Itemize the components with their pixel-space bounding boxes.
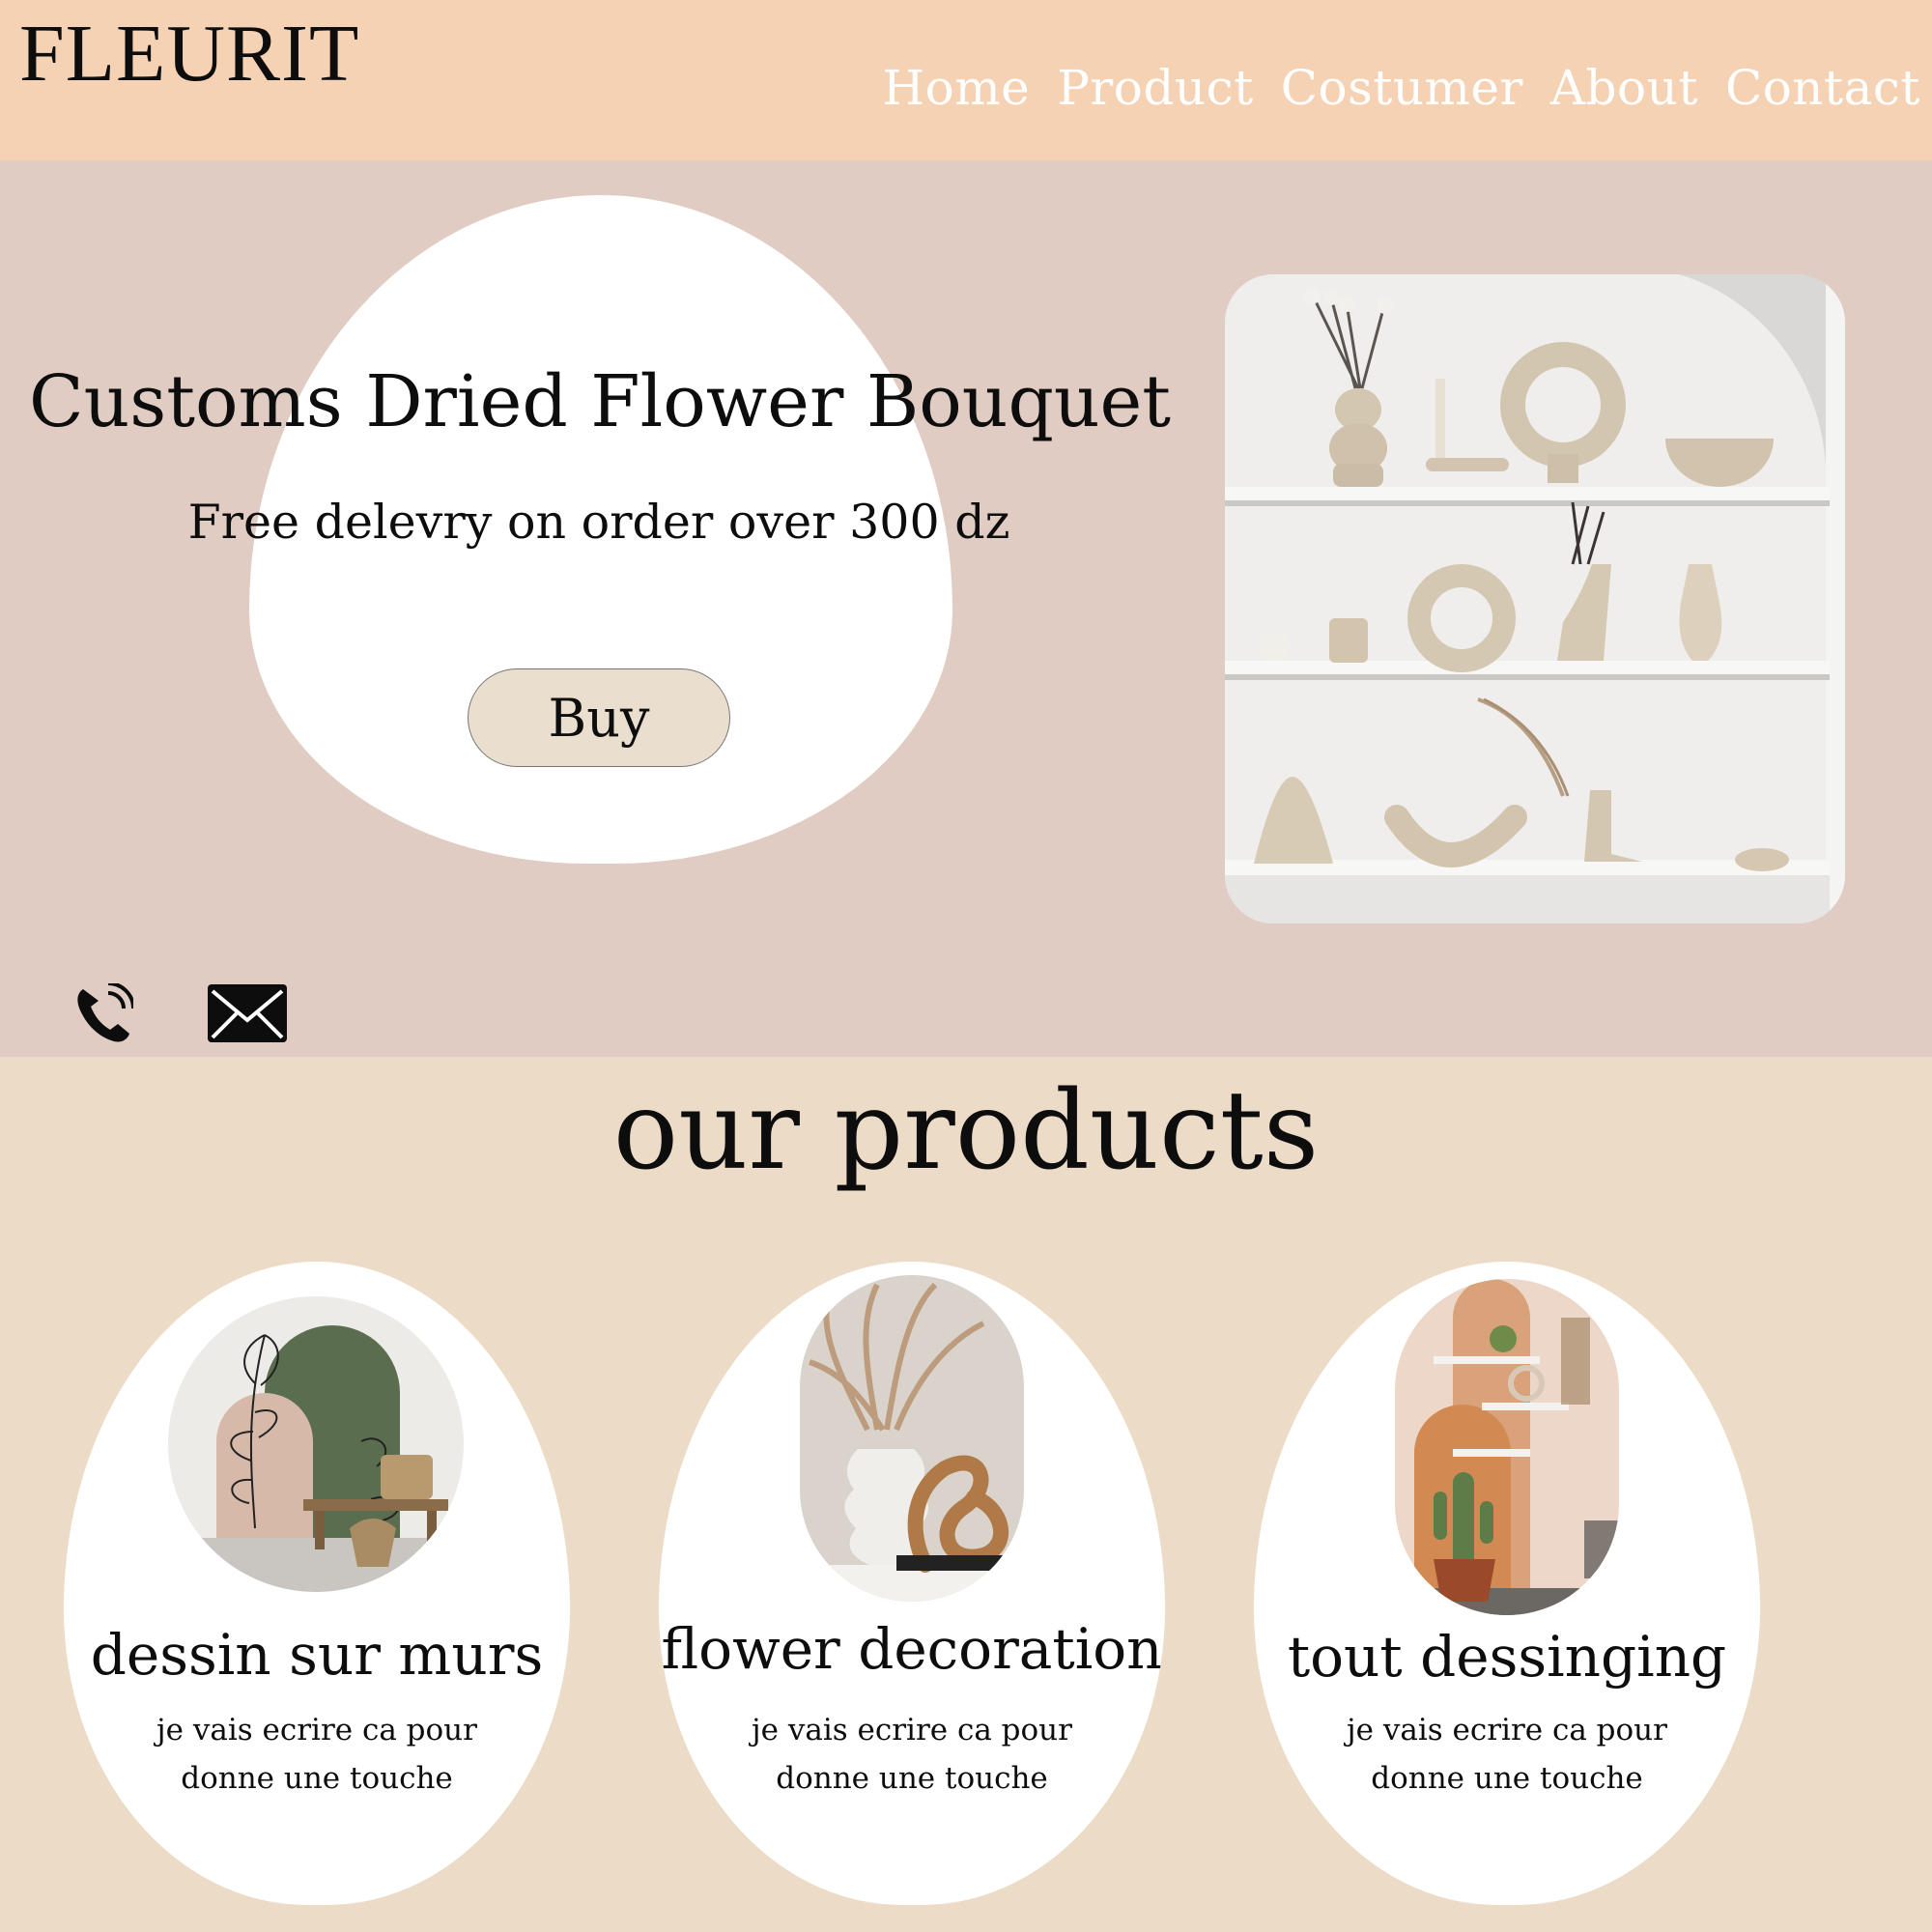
product-card-title: tout dessinging — [1287, 1624, 1727, 1690]
nav-link-contact[interactable]: Contact — [1725, 54, 1920, 122]
product-card-title: dessin sur murs — [90, 1622, 544, 1688]
product-card-description-line: je vais ecrire ca pour — [752, 1713, 1072, 1747]
main-nav: Home Product Costumer About Contact — [883, 54, 1920, 122]
product-card-description-line: donne une touche — [1371, 1761, 1643, 1796]
orange-wall-cactus-photo — [1395, 1279, 1619, 1615]
product-card-description: je vais ecrire ca pour donne une touche — [659, 1706, 1165, 1803]
hero-subtitle: Free delevry on order over 300 dz — [187, 495, 1010, 550]
product-card[interactable]: tout dessinging je vais ecrire ca pour d… — [1254, 1262, 1760, 1905]
wall-painting-arches-photo — [168, 1296, 464, 1592]
pampas-vase-decoration-photo — [800, 1275, 1024, 1602]
buy-button[interactable]: Buy — [468, 668, 730, 767]
product-card-description-line: je vais ecrire ca pour — [1347, 1713, 1667, 1747]
product-card-description-line: donne une touche — [776, 1761, 1048, 1796]
nav-link-product[interactable]: Product — [1057, 54, 1253, 122]
hero-section: Customs Dried Flower Bouquet Free delevr… — [0, 160, 1932, 1057]
product-card-description-line: je vais ecrire ca pour — [156, 1713, 477, 1747]
nav-link-costumer[interactable]: Costumer — [1281, 54, 1523, 122]
hero-title: Customs Dried Flower Bouquet — [29, 360, 1172, 443]
nav-link-about[interactable]: About — [1550, 54, 1698, 122]
product-card-description-line: donne une touche — [181, 1761, 453, 1796]
site-header: FLEURIT Home Product Costumer About Cont… — [0, 0, 1932, 160]
shelf-with-ceramic-vases-photo — [1225, 274, 1845, 923]
product-card-title: flower decoration — [661, 1616, 1163, 1682]
product-card-description: je vais ecrire ca pour donne une touche — [64, 1706, 570, 1803]
product-card-description: je vais ecrire ca pour donne une touche — [1254, 1706, 1760, 1803]
nav-link-home[interactable]: Home — [883, 54, 1031, 122]
product-card[interactable]: flower decoration je vais ecrire ca pour… — [659, 1262, 1165, 1905]
brand-logo[interactable]: FLEURIT — [19, 6, 359, 102]
product-card[interactable]: dessin sur murs je vais ecrire ca pour d… — [64, 1262, 570, 1905]
mail-icon[interactable] — [205, 981, 290, 1045]
products-section-title: our products — [612, 1068, 1320, 1194]
phone-icon[interactable] — [73, 983, 133, 1045]
